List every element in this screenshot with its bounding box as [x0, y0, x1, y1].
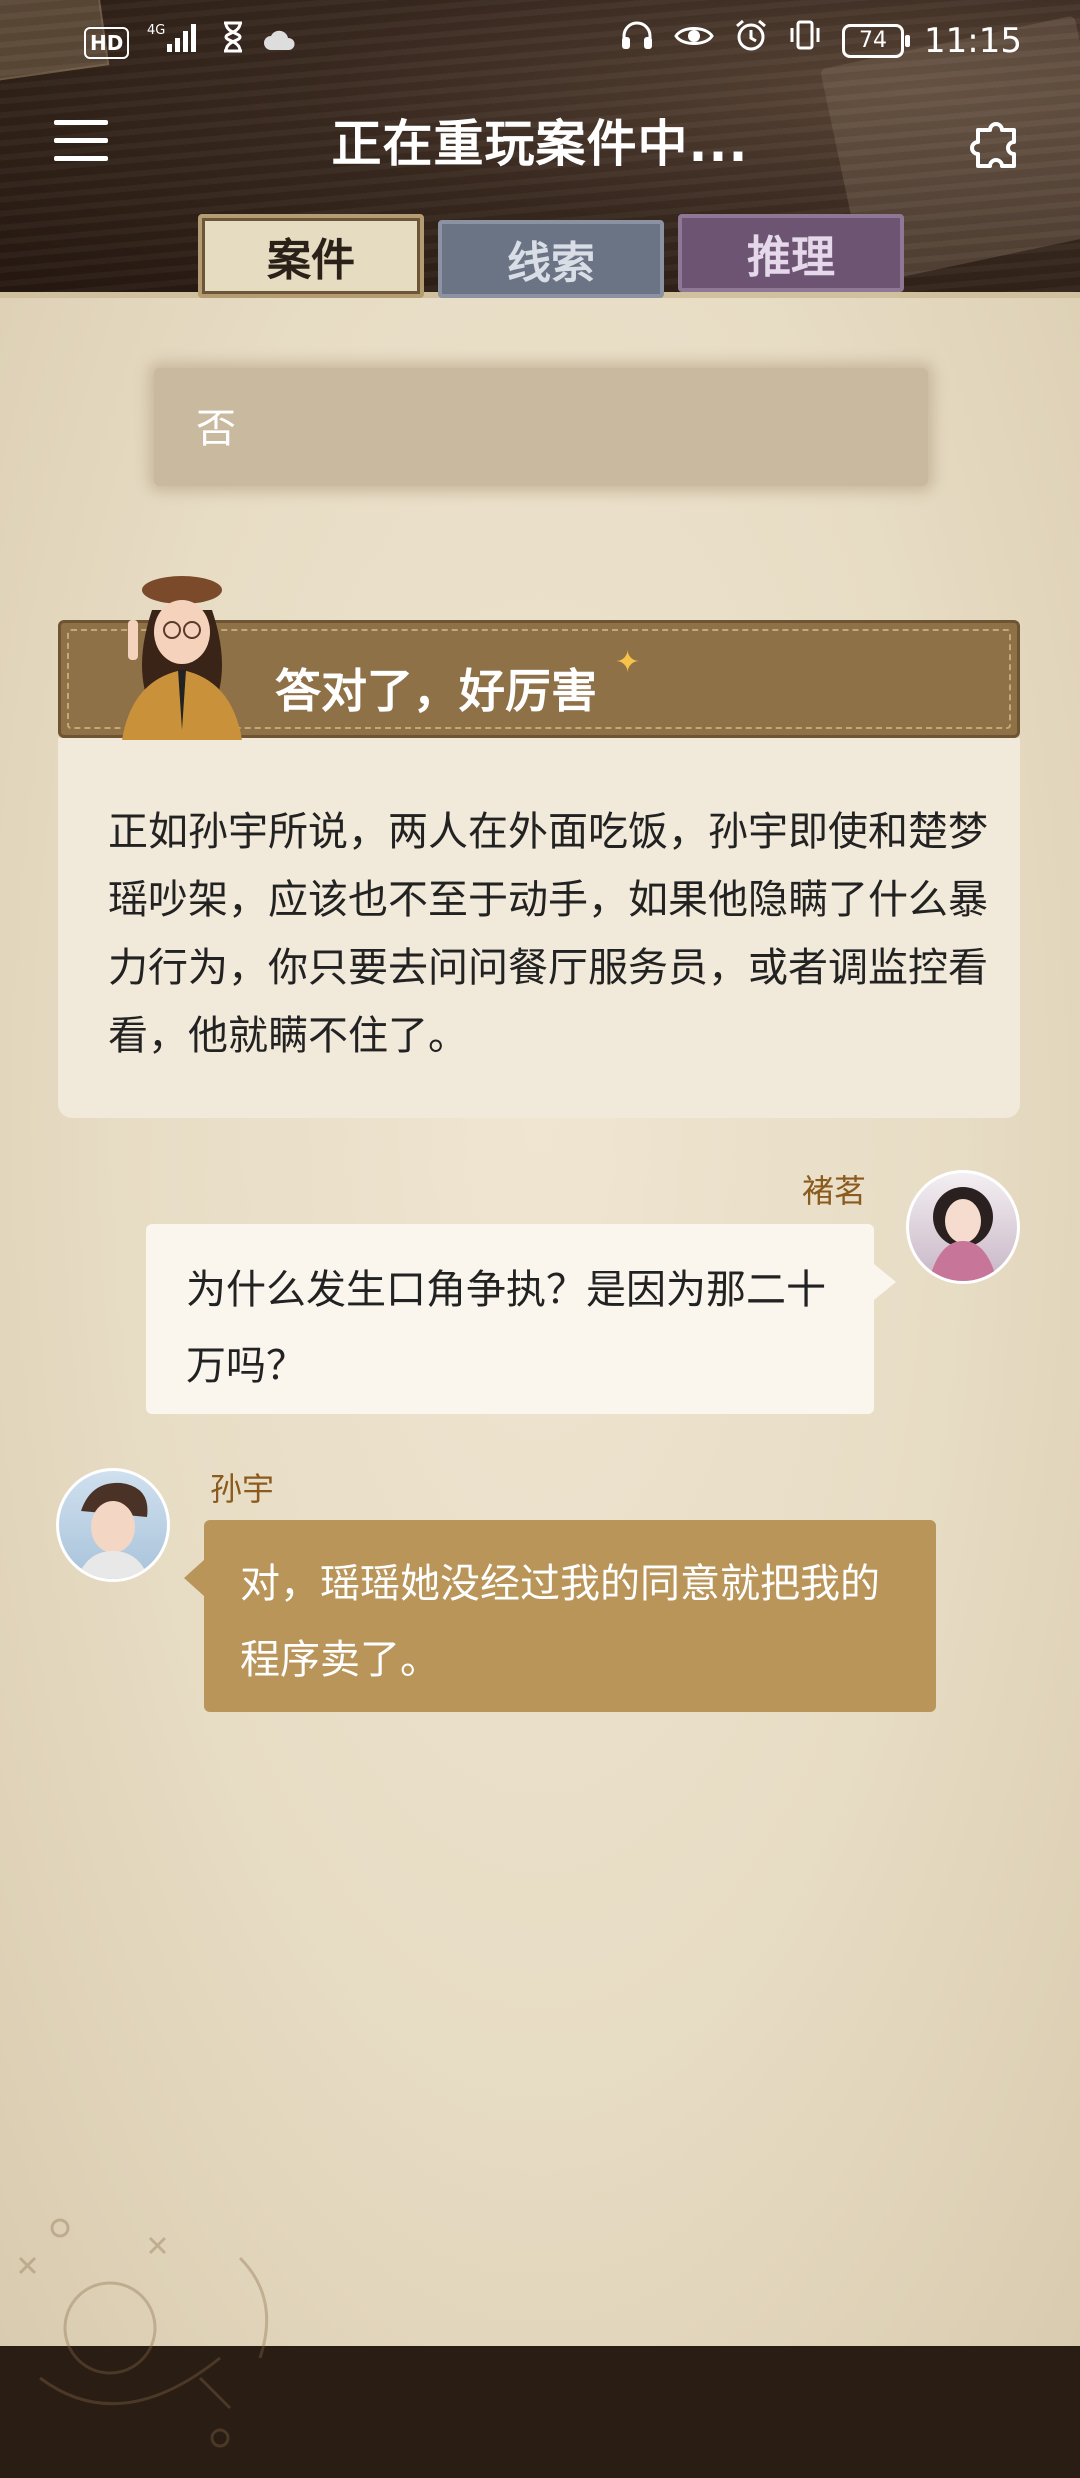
result-explanation: 正如孙宇所说，两人在外面吃饭，孙宇即使和楚梦瑶吵架，应该也不至于动手，如果他隐瞒…	[108, 809, 988, 1059]
result-title: 答对了，好厉害	[275, 664, 597, 718]
page-title: 正在重玩案件中...	[331, 115, 749, 173]
battery-icon: 74	[842, 23, 911, 58]
chat-bubble: 为什么发生口角争执？是因为那二十万吗？	[146, 1224, 896, 1414]
sketch-decoration	[18, 2218, 269, 2448]
headphones-icon	[620, 19, 654, 62]
tab-case[interactable]: 案件	[198, 214, 424, 298]
result-card: 正如孙宇所说，两人在外面吃饭，孙宇即使和楚梦瑶吵架，应该也不至于动手，如果他隐瞒…	[58, 738, 1020, 1118]
chat-message: 对，瑶瑶她没经过我的同意就把我的程序卖了。	[240, 1561, 880, 1683]
sparkle-icon: ✦	[615, 645, 641, 680]
speaker-name: 褚茗	[802, 1172, 867, 1210]
chat-message: 为什么发生口角争执？是因为那二十万吗？	[186, 1267, 826, 1389]
speaker-name: 孙宇	[210, 1470, 275, 1508]
svg-text:4G: 4G	[147, 23, 165, 38]
answer-box: 否	[154, 368, 928, 486]
detective-avatar	[122, 576, 242, 740]
hd-icon: HD	[84, 26, 130, 59]
vibrate-icon	[788, 18, 822, 63]
tab-reasoning[interactable]: 推理	[678, 214, 904, 292]
chat-bubble: 对，瑶瑶她没经过我的同意就把我的程序卖了。	[184, 1520, 936, 1712]
status-bar: HD 4G 74 11:15	[0, 0, 1080, 80]
sun-yu-avatar[interactable]	[56, 1468, 170, 1582]
eye-icon	[674, 21, 714, 61]
title-bar: 正在重玩案件中...	[0, 90, 1080, 190]
chu-ming-avatar[interactable]	[906, 1170, 1020, 1284]
signal-icon: 4G	[147, 20, 203, 65]
answer-text: 否	[196, 406, 236, 452]
hourglass-icon	[221, 21, 245, 64]
tab-clues[interactable]: 线索	[438, 220, 664, 298]
alarm-icon	[734, 18, 768, 63]
puzzle-icon[interactable]	[966, 110, 1030, 174]
clock: 11:15	[924, 20, 1022, 61]
cloud-icon	[263, 23, 297, 63]
tab-bar: 案件 线索 推理	[198, 214, 904, 298]
